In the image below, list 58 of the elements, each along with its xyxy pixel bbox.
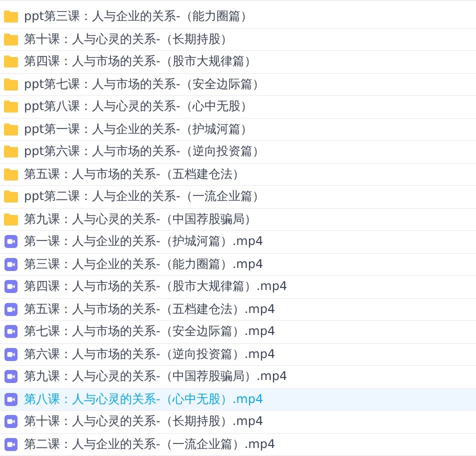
video-file-icon	[4, 438, 18, 451]
file-name: 第三课：人与企业的关系-（能力圈篇）.mp4	[24, 256, 264, 273]
video-file-icon	[4, 258, 18, 271]
folder-icon	[4, 32, 18, 46]
folder-icon	[4, 190, 18, 204]
file-name: 第十课：人与心灵的关系-（长期持股）	[24, 30, 232, 48]
video-file-icon	[4, 370, 18, 384]
file-row[interactable]: 第七课：人与市场的关系-（安全边际篇）.mp4	[0, 321, 476, 344]
video-file-icon	[4, 392, 18, 406]
video-file-icon	[4, 280, 18, 294]
file-name: ppt第一课：人与企业的关系-（护城河篇）	[24, 120, 252, 138]
file-name: ppt第八课：人与心灵的关系-（心中无股）	[24, 98, 252, 116]
folder-icon	[4, 145, 18, 158]
video-file-icon	[4, 325, 18, 338]
file-row[interactable]: 第五课：人与市场的关系-（五档建仓法）.mp4	[0, 298, 476, 321]
file-row[interactable]: 第十课：人与心灵的关系-（长期持股）	[0, 28, 476, 51]
file-name: 第九课：人与心灵的关系-（中国荐股骗局）.mp4	[24, 368, 288, 386]
file-row[interactable]: 第九课：人与心灵的关系-（中国荐股骗局）	[0, 208, 476, 231]
file-row[interactable]: 第四课：人与市场的关系-（股市大规律篇）	[0, 51, 476, 74]
file-name: 第九课：人与心灵的关系-（中国荐股骗局）	[24, 210, 256, 228]
file-name: 第二课：人与企业的关系-（一流企业篇）.mp4	[24, 436, 276, 453]
file-row[interactable]: 第五课：人与市场的关系-（五档建仓法）	[0, 164, 476, 186]
file-name: 第八课：人与心灵的关系-（心中无股）.mp4	[24, 390, 264, 408]
file-name: 第六课：人与市场的关系-（逆向投资篇）.mp4	[24, 346, 276, 363]
file-row[interactable]: ppt第八课：人与心灵的关系-（心中无股）	[0, 96, 476, 118]
file-name: 第五课：人与市场的关系-（五档建仓法）	[24, 166, 244, 183]
folder-icon	[4, 55, 18, 68]
video-file-icon	[4, 415, 18, 428]
folder-icon	[4, 122, 18, 136]
video-file-icon	[4, 235, 18, 248]
file-row[interactable]: ppt第六课：人与市场的关系-（逆向投资篇）	[0, 141, 476, 164]
file-name: 第十课：人与心灵的关系-（长期持股）.mp4	[24, 413, 264, 430]
file-row[interactable]: 第六课：人与市场的关系-（逆向投资篇）.mp4	[0, 344, 476, 366]
file-row[interactable]: 第二课：人与企业的关系-（一流企业篇）.mp4	[0, 434, 476, 456]
file-row[interactable]: 第三课：人与企业的关系-（能力圈篇）.mp4	[0, 254, 476, 276]
file-name: 第五课：人与市场的关系-（五档建仓法）.mp4	[24, 300, 276, 318]
file-row[interactable]: 第四课：人与市场的关系-（股市大规律篇）.mp4	[0, 276, 476, 298]
file-row[interactable]: ppt第七课：人与市场的关系-（安全边际篇）	[0, 74, 476, 96]
file-name: 第一课：人与企业的关系-（护城河篇）.mp4	[24, 233, 264, 250]
file-row[interactable]: 第一课：人与企业的关系-（护城河篇）.mp4	[0, 231, 476, 254]
folder-icon	[4, 212, 18, 226]
file-row[interactable]: ppt第二课：人与企业的关系-（一流企业篇）	[0, 186, 476, 208]
folder-icon	[4, 10, 18, 24]
file-name: 第七课：人与市场的关系-（安全边际篇）.mp4	[24, 323, 276, 340]
file-row[interactable]: 第十课：人与心灵的关系-（长期持股）.mp4	[0, 411, 476, 434]
video-file-icon	[4, 348, 18, 361]
file-name: ppt第六课：人与市场的关系-（逆向投资篇）	[24, 143, 264, 160]
folder-icon	[4, 168, 18, 181]
file-name: ppt第二课：人与企业的关系-（一流企业篇）	[24, 188, 264, 206]
file-name: ppt第七课：人与市场的关系-（安全边际篇）	[24, 76, 264, 93]
folder-icon	[4, 100, 18, 114]
file-name: 第四课：人与市场的关系-（股市大规律篇）	[24, 53, 256, 70]
file-name: ppt第三课：人与企业的关系-（能力圈篇）	[24, 8, 252, 26]
file-row[interactable]: ppt第一课：人与企业的关系-（护城河篇）	[0, 118, 476, 141]
folder-icon	[4, 78, 18, 91]
file-row[interactable]: ppt第三课：人与企业的关系-（能力圈篇）	[0, 6, 476, 28]
video-file-icon	[4, 302, 18, 316]
file-name: 第四课：人与市场的关系-（股市大规律篇）.mp4	[24, 278, 288, 296]
